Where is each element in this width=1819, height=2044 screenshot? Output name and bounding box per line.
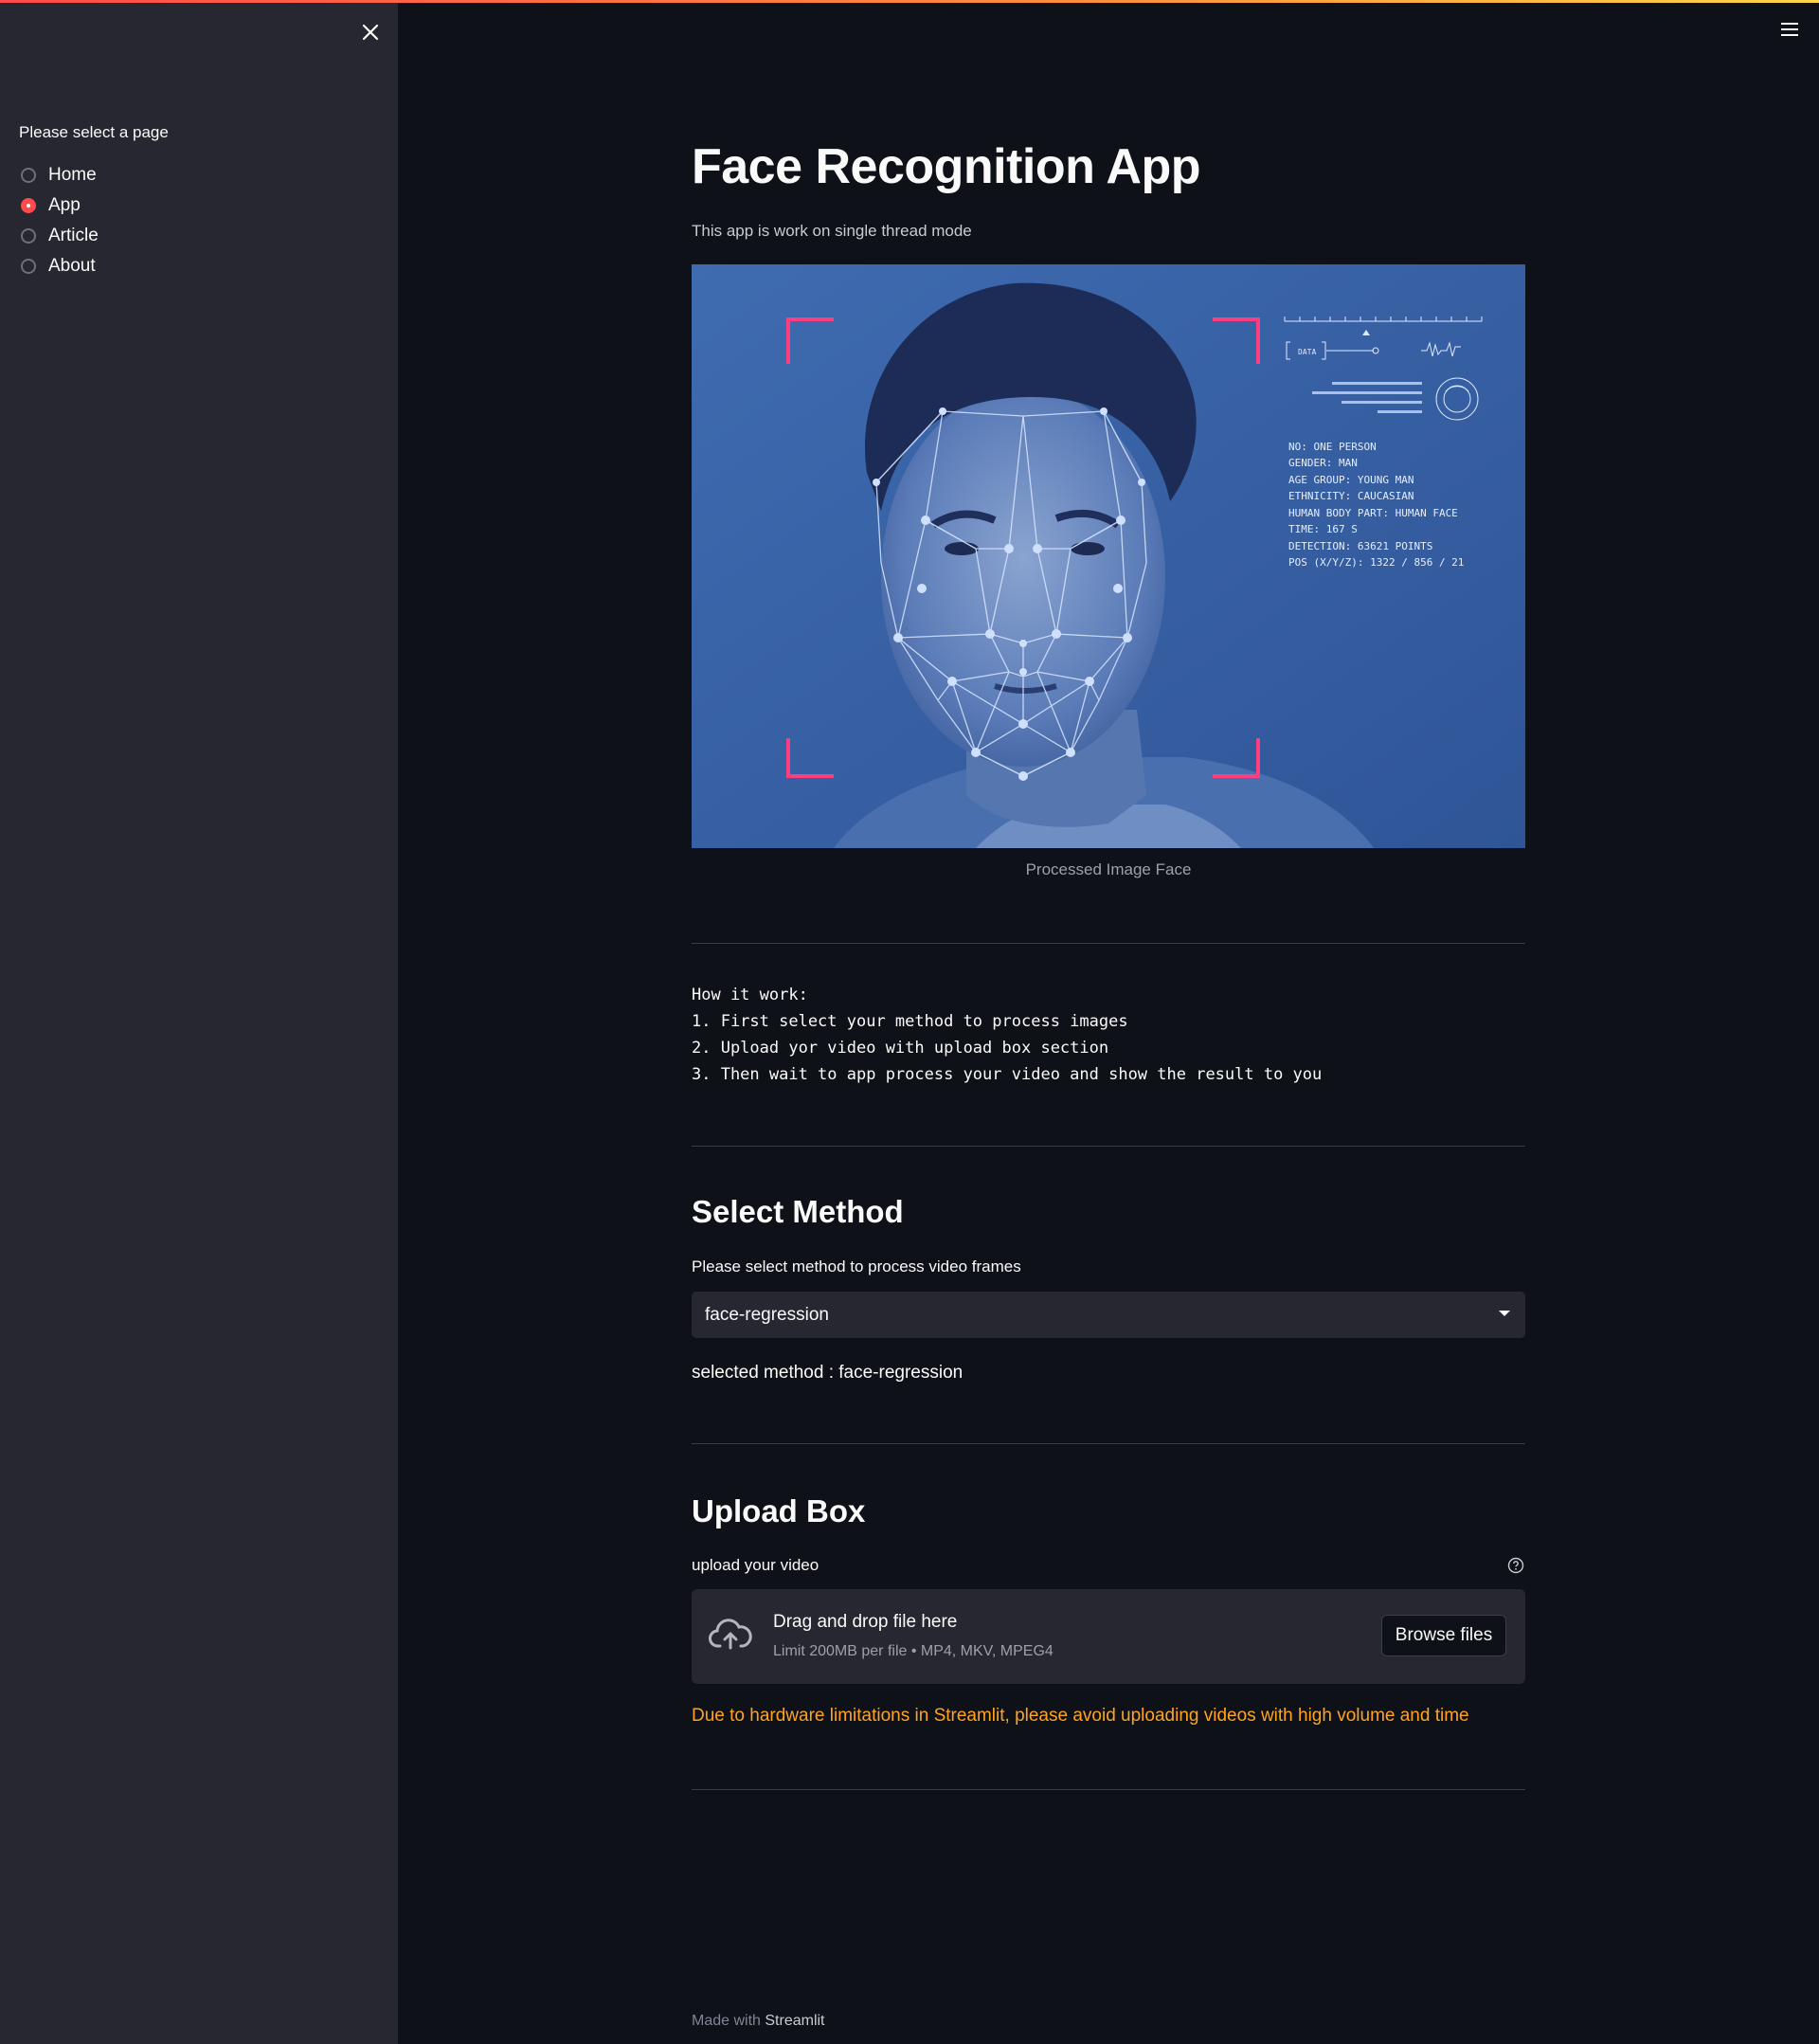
footer: Made with Streamlit [692,2013,825,2030]
chevron-down-icon [1499,1311,1510,1316]
select-method-heading: Select Method [692,1194,904,1229]
radio-option-label: About [48,256,96,276]
hud-line-persons: NO: ONE PERSON [1288,441,1377,453]
image-caption: Processed Image Face [1025,860,1192,878]
divider [692,1789,1525,1790]
footer-prefix: Made with [692,2013,761,2029]
streamlit-link[interactable]: Streamlit [765,2013,824,2029]
processed-face-image: DATA NO: ONE PERSON GENDER: MAN AGE GROU… [692,264,1525,848]
radio-option-label: Article [48,226,99,245]
divider [692,943,1525,944]
upload-box-heading: Upload Box [692,1493,866,1528]
page-select-label: Please select a page [19,123,169,141]
main-menu-button[interactable] [1779,19,1800,40]
cloud-upload-icon [709,1619,752,1650]
upload-warning: Due to hardware limitations in Streamlit… [692,1706,1469,1726]
file-dropzone[interactable]: Drag and drop file here Limit 200MB per … [692,1589,1525,1684]
radio-option-about[interactable]: About [21,251,99,281]
sidebar: Please select a page Home App Article Ab… [0,3,398,2044]
radio-button[interactable] [21,259,36,274]
hud-line-position: POS (X/Y/Z): 1322 / 856 / 21 [1288,556,1464,569]
hud-line-time: TIME: 167 S [1288,523,1358,535]
selected-method-text: selected method : face-regression [692,1363,964,1383]
divider [692,1443,1525,1444]
page-subtitle: This app is work on single thread mode [692,222,972,240]
hud-line-ethnicity: ETHNICITY: CAUCASIAN [1288,490,1414,502]
dropzone-title: Drag and drop file here [773,1612,958,1632]
page-title: Face Recognition App [692,139,1201,194]
help-icon[interactable] [1507,1557,1524,1574]
radio-option-home[interactable]: Home [21,160,99,190]
radio-option-app[interactable]: App [21,190,99,221]
radio-option-article[interactable]: Article [21,221,99,251]
method-select-value: face-regression [705,1304,829,1325]
how-it-works-text: How it work: 1. First select your method… [692,986,1323,1084]
close-sidebar-button[interactable] [358,20,383,45]
radio-button[interactable] [21,228,36,244]
radio-option-label: Home [48,165,97,185]
radio-option-label: App [48,195,81,215]
hud-line-body-part: HUMAN BODY PART: HUMAN FACE [1288,507,1458,519]
hud-data-tag: DATA [1298,348,1316,356]
hud-line-gender: GENDER: MAN [1288,457,1358,469]
radio-button-selected[interactable] [21,198,36,213]
hud-line-detection: DETECTION: 63621 POINTS [1288,540,1432,552]
page-radio-group: Home App Article About [21,160,99,281]
hud-line-age: AGE GROUP: YOUNG MAN [1288,474,1414,486]
dropzone-limit: Limit 200MB per file • MP4, MKV, MPEG4 [773,1643,1054,1659]
upload-label: upload your video [692,1556,819,1574]
select-method-label: Please select method to process video fr… [692,1257,1021,1275]
method-select[interactable]: face-regression [692,1292,1525,1338]
hamburger-menu-icon [1781,23,1798,36]
radio-button[interactable] [21,168,36,183]
divider [692,1146,1525,1147]
close-icon [362,24,379,41]
browse-files-button[interactable]: Browse files [1381,1615,1506,1656]
